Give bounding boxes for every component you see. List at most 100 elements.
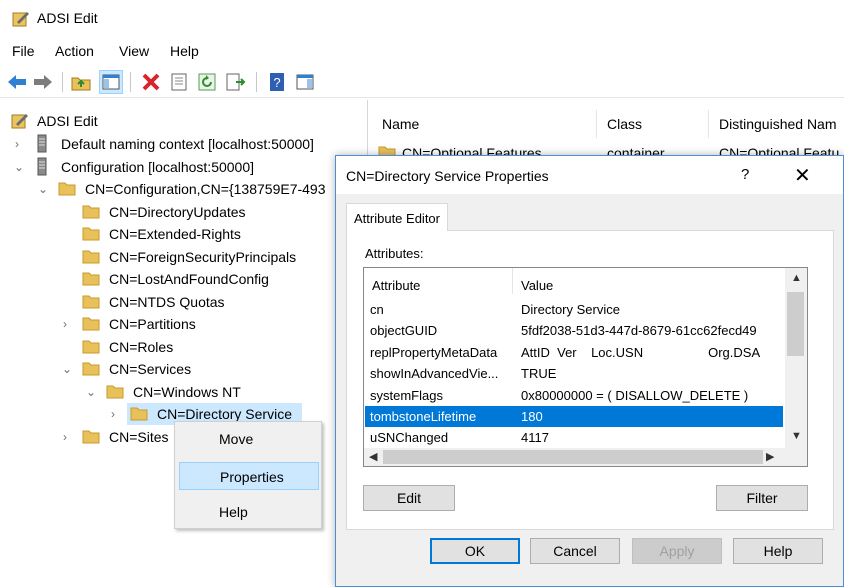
close-icon[interactable]: ✕: [794, 163, 811, 188]
window-title: ADSI Edit: [37, 10, 98, 26]
scroll-left-icon[interactable]: ◀: [369, 450, 377, 463]
menu-action[interactable]: Action: [55, 43, 94, 59]
attribute-name: replPropertyMetaData: [370, 345, 498, 360]
tree-item-label: CN=Partitions: [109, 316, 196, 332]
folder-icon: [82, 340, 100, 354]
chevron-down-icon[interactable]: ⌄: [86, 385, 98, 399]
context-menu-label: Move: [219, 431, 254, 447]
scroll-down-icon[interactable]: ▼: [791, 430, 802, 442]
apply-button[interactable]: Apply: [632, 538, 722, 564]
cancel-button[interactable]: Cancel: [530, 538, 620, 564]
action-pane-icon[interactable]: [294, 71, 316, 93]
vertical-scroll-thumb[interactable]: [787, 292, 804, 356]
toolbar-separator: [130, 72, 131, 92]
column-header-distinguished-name[interactable]: Distinguished Nam: [719, 116, 837, 132]
help-button[interactable]: Help: [733, 538, 823, 564]
tree-item-roles[interactable]: CN=Roles: [0, 336, 360, 358]
tree-item-label: CN=Directory Service: [157, 406, 292, 422]
folder-icon: [130, 407, 148, 421]
column-separator: [596, 110, 597, 138]
properties-sheet-icon[interactable]: [168, 71, 190, 93]
tree-item-services[interactable]: ⌄ CN=Services: [0, 358, 360, 380]
edit-button[interactable]: Edit: [363, 485, 455, 511]
attribute-value: 180: [521, 409, 543, 424]
tree-root[interactable]: ADSI Edit: [0, 110, 360, 132]
tree-item-extended-rights[interactable]: CN=Extended-Rights: [0, 223, 360, 245]
tree-item-cn-configuration[interactable]: ⌄ CN=Configuration,CN={138759E7-493: [0, 178, 368, 200]
attribute-row-selected[interactable]: tombstoneLifetime 180: [365, 406, 783, 427]
tree-item-label: CN=Sites: [109, 429, 169, 445]
toolbar: ?: [0, 66, 844, 98]
attribute-value: Directory Service: [521, 302, 620, 317]
delete-icon[interactable]: [140, 71, 162, 93]
show-hide-console-tree-icon[interactable]: [99, 70, 123, 94]
tree-item-label: CN=Windows NT: [133, 384, 241, 400]
tree-item-label: CN=Services: [109, 361, 192, 377]
menu-file[interactable]: File: [12, 43, 35, 59]
scroll-up-icon[interactable]: ▲: [791, 272, 802, 284]
help-book-icon[interactable]: ?: [266, 71, 288, 93]
tree-item-lost-and-found-config[interactable]: CN=LostAndFoundConfig: [0, 268, 360, 290]
tab-attribute-editor[interactable]: Attribute Editor: [346, 203, 448, 231]
tree-item-ntds-quotas[interactable]: CN=NTDS Quotas: [0, 291, 360, 313]
attribute-row[interactable]: showInAdvancedVie... TRUE: [365, 363, 783, 384]
column-header-class[interactable]: Class: [607, 116, 642, 132]
horizontal-scroll-thumb[interactable]: [383, 450, 763, 464]
filter-button[interactable]: Filter: [716, 485, 808, 511]
folder-icon: [82, 272, 100, 286]
ok-button[interactable]: OK: [430, 538, 520, 564]
tree-item-label: CN=LostAndFoundConfig: [109, 271, 269, 287]
context-menu: Move Properties Help: [174, 421, 322, 529]
chevron-right-icon[interactable]: ›: [15, 137, 27, 151]
attribute-row[interactable]: uSNChanged 4117: [365, 427, 783, 448]
folder-icon: [82, 295, 100, 309]
context-menu-help[interactable]: Help: [179, 498, 319, 526]
folder-icon: [82, 205, 100, 219]
up-folder-icon[interactable]: [70, 71, 92, 93]
dialog-title-bar: CN=Directory Service Properties ? ✕: [336, 156, 843, 194]
tree-item-windows-nt[interactable]: ⌄ CN=Windows NT: [0, 381, 360, 403]
chevron-down-icon[interactable]: ⌄: [62, 362, 74, 376]
tree-item-configuration[interactable]: ⌄ Configuration [localhost:50000]: [0, 156, 360, 178]
tree-item-foreign-security-principals[interactable]: CN=ForeignSecurityPrincipals: [0, 246, 360, 268]
tree-item-directory-updates[interactable]: CN=DirectoryUpdates: [0, 201, 360, 223]
chevron-down-icon[interactable]: ⌄: [14, 160, 26, 174]
attribute-row[interactable]: replPropertyMetaData AttID Ver Loc.USN O…: [365, 342, 783, 363]
tab-label: Attribute Editor: [354, 211, 440, 226]
menu-view[interactable]: View: [119, 43, 149, 59]
context-menu-properties[interactable]: Properties: [179, 462, 319, 490]
column-header-attribute[interactable]: Attribute: [372, 278, 420, 293]
back-arrow-icon[interactable]: [6, 71, 28, 93]
toolbar-separator: [256, 72, 257, 92]
forward-arrow-icon[interactable]: [32, 71, 54, 93]
export-list-icon[interactable]: [224, 71, 246, 93]
scroll-right-icon[interactable]: ▶: [766, 450, 774, 463]
chevron-right-icon[interactable]: ›: [63, 430, 75, 444]
help-icon[interactable]: ?: [741, 166, 749, 183]
chevron-right-icon[interactable]: ›: [111, 407, 123, 421]
context-menu-move[interactable]: Move: [179, 425, 319, 453]
attribute-row[interactable]: systemFlags 0x80000000 = ( DISALLOW_DELE…: [365, 385, 783, 406]
toolbar-separator: [62, 72, 63, 92]
tree-item-label: CN=Extended-Rights: [109, 226, 241, 242]
column-separator: [708, 110, 709, 138]
attribute-name: tombstoneLifetime: [370, 409, 477, 424]
dialog-title: CN=Directory Service Properties: [346, 168, 549, 184]
menu-help[interactable]: Help: [170, 43, 199, 59]
horizontal-scrollbar[interactable]: ◀ ▶: [364, 448, 807, 466]
tree-item-default-naming-context[interactable]: › Default naming context [localhost:5000…: [0, 133, 360, 155]
refresh-icon[interactable]: [196, 71, 218, 93]
chevron-down-icon[interactable]: ⌄: [38, 182, 50, 196]
attribute-name: cn: [370, 302, 384, 317]
attribute-row[interactable]: objectGUID 5fdf2038-51d3-447d-8679-61cc6…: [365, 320, 783, 341]
column-header-name[interactable]: Name: [382, 116, 419, 132]
column-header-value[interactable]: Value: [521, 278, 553, 293]
attribute-row[interactable]: cn Directory Service: [365, 299, 783, 320]
chevron-right-icon[interactable]: ›: [63, 317, 75, 331]
server-icon: [37, 157, 47, 176]
vertical-scrollbar[interactable]: ▲ ▼: [785, 268, 807, 448]
attributes-list[interactable]: Attribute Value cn Directory Service obj…: [363, 267, 808, 467]
context-menu-label: Help: [219, 504, 248, 520]
tree-item-partitions[interactable]: › CN=Partitions: [0, 313, 360, 335]
tree-item-sites[interactable]: › CN=Sites: [0, 426, 170, 448]
